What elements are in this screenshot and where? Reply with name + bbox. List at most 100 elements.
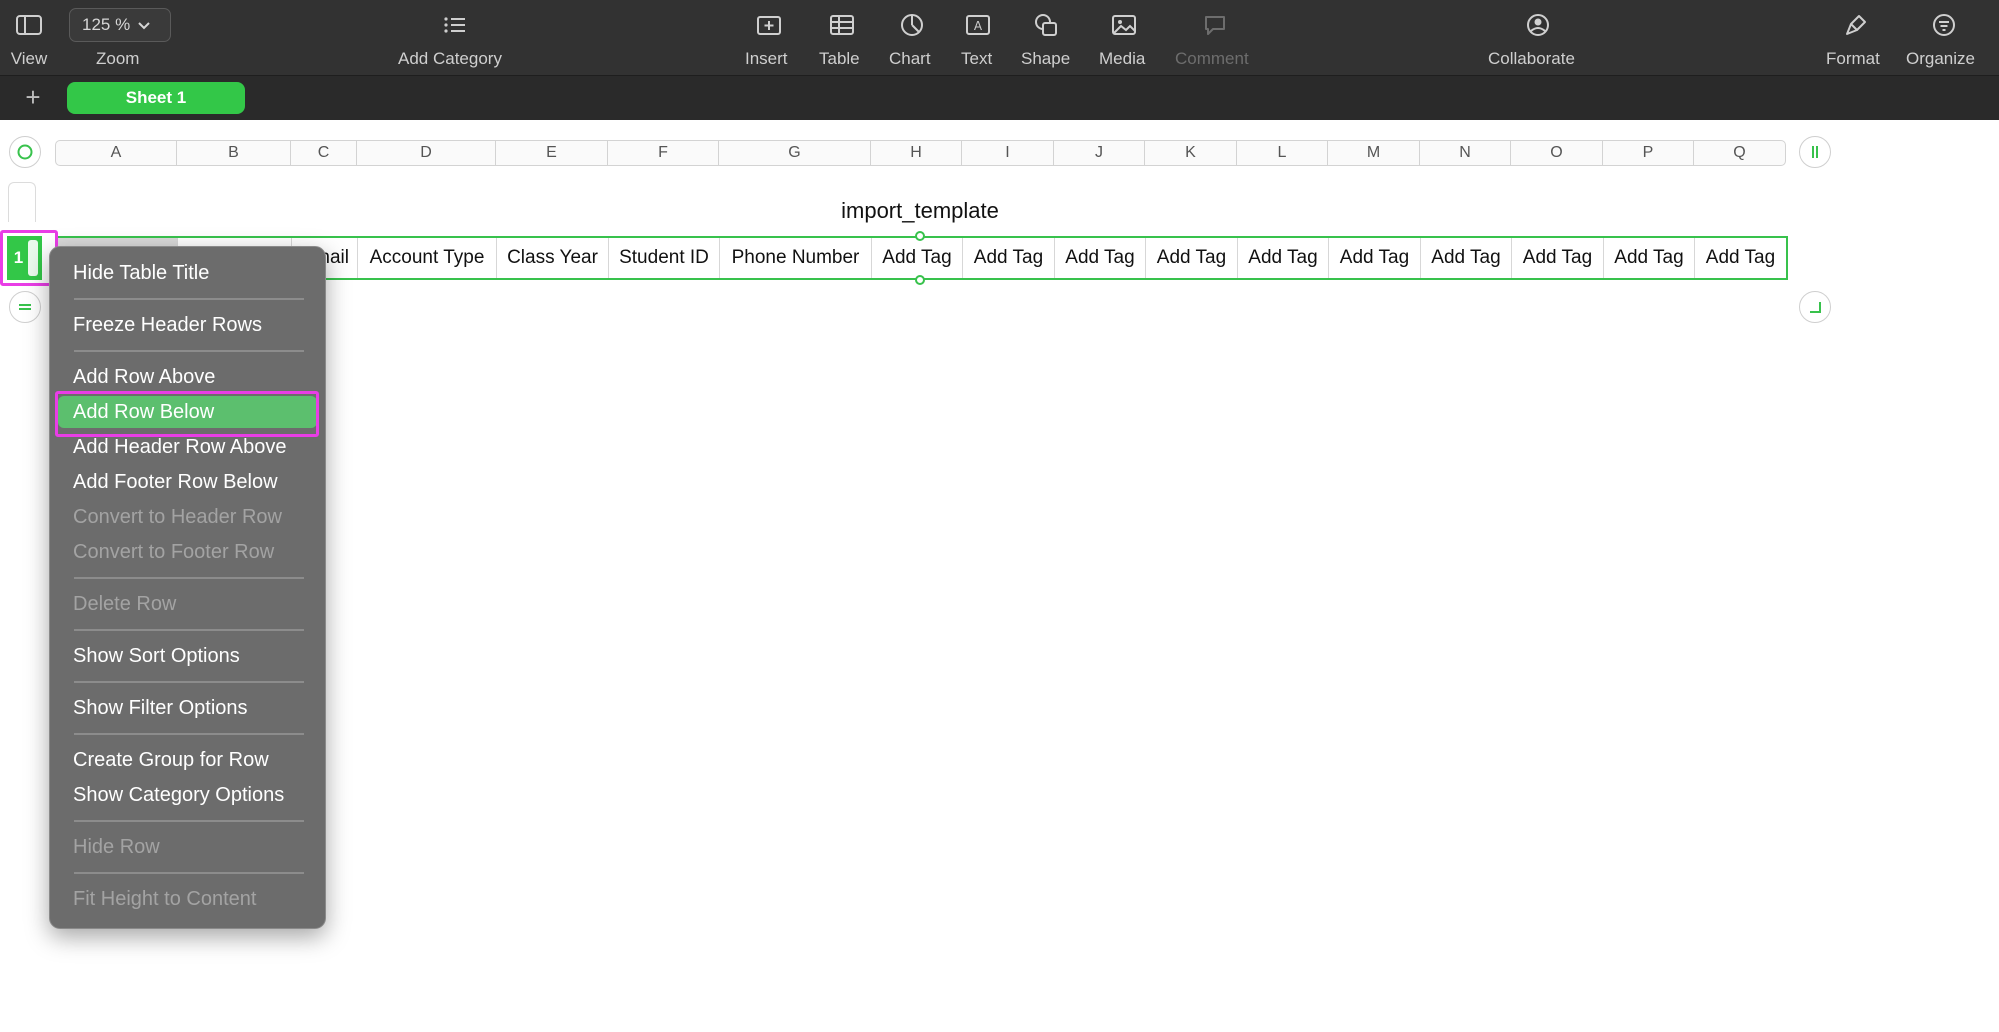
column-header-k[interactable]: K xyxy=(1145,141,1237,165)
image-icon xyxy=(1111,12,1137,38)
sidebar-icon xyxy=(16,12,42,38)
column-header-j[interactable]: J xyxy=(1054,141,1145,165)
shape-label: Shape xyxy=(1021,49,1071,68)
insert-button[interactable]: Insert xyxy=(742,0,796,76)
select-table-button[interactable] xyxy=(9,136,41,168)
menu-item-convert-to-footer-row[interactable]: Convert to Footer Row xyxy=(58,536,317,568)
view-button[interactable]: View xyxy=(0,0,58,76)
add-row-button[interactable] xyxy=(9,291,41,323)
column-header-c[interactable]: C xyxy=(291,141,357,165)
insert-icon xyxy=(756,12,782,38)
pie-chart-icon xyxy=(900,12,924,38)
column-header-f[interactable]: F xyxy=(608,141,719,165)
organize-button[interactable]: Organize xyxy=(1906,0,1982,76)
menu-item-freeze-header-rows[interactable]: Freeze Header Rows xyxy=(58,309,317,341)
chart-button[interactable]: Chart xyxy=(887,0,937,76)
collaborate-label: Collaborate xyxy=(1488,49,1575,68)
menu-item-hide-row[interactable]: Hide Row xyxy=(58,831,317,863)
table-cell[interactable]: Class Year xyxy=(497,238,609,278)
table-cell[interactable]: Add Tag xyxy=(872,238,963,278)
media-label: Media xyxy=(1099,49,1146,68)
organize-label: Organize xyxy=(1906,49,1975,68)
menu-item-show-filter-options[interactable]: Show Filter Options xyxy=(58,692,317,724)
zoom-select[interactable]: 125 % xyxy=(69,8,171,42)
chart-label: Chart xyxy=(889,49,931,68)
row-resize-handle-top[interactable] xyxy=(915,231,925,241)
zoom-value: 125 % xyxy=(82,15,131,34)
menu-separator xyxy=(74,820,304,822)
column-header-b[interactable]: B xyxy=(177,141,291,165)
menu-separator xyxy=(74,872,304,874)
table-cell[interactable]: Add Tag xyxy=(1146,238,1238,278)
menu-separator xyxy=(74,681,304,683)
resize-table-button[interactable] xyxy=(1799,291,1831,323)
table-cell[interactable]: Student ID xyxy=(609,238,720,278)
menu-item-convert-to-header-row[interactable]: Convert to Header Row xyxy=(58,501,317,533)
table-cell[interactable]: Add Tag xyxy=(963,238,1055,278)
menu-item-delete-row[interactable]: Delete Row xyxy=(58,588,317,620)
column-header-i[interactable]: I xyxy=(962,141,1054,165)
column-header-q[interactable]: Q xyxy=(1694,141,1785,165)
column-header-d[interactable]: D xyxy=(357,141,496,165)
add-category-label: Add Category xyxy=(398,49,502,68)
column-header-p[interactable]: P xyxy=(1603,141,1694,165)
column-header-h[interactable]: H xyxy=(871,141,962,165)
collaborate-icon xyxy=(1524,12,1552,38)
column-header-bar: A B C D E F G H I J K L M N O P Q xyxy=(55,140,1786,166)
table-title[interactable]: import_template xyxy=(0,198,1840,224)
collaborate-button[interactable]: Collaborate xyxy=(1488,0,1588,76)
zoom-label: Zoom xyxy=(96,49,140,68)
table-cell[interactable]: Phone Number xyxy=(720,238,872,278)
add-column-button[interactable] xyxy=(1799,136,1831,168)
column-header-g[interactable]: G xyxy=(719,141,871,165)
shape-button[interactable]: Shape xyxy=(1018,0,1074,76)
table-cell[interactable]: Add Tag xyxy=(1329,238,1421,278)
column-header-e[interactable]: E xyxy=(496,141,608,165)
menu-separator xyxy=(74,629,304,631)
table-label: Table xyxy=(819,49,860,68)
text-label: Text xyxy=(961,49,993,68)
menu-separator xyxy=(74,577,304,579)
menu-item-create-group-for-row[interactable]: Create Group for Row xyxy=(58,744,317,776)
add-sheet-button[interactable]: + xyxy=(18,83,48,113)
table-button[interactable]: Table xyxy=(817,0,867,76)
table-cell[interactable]: Add Tag xyxy=(1512,238,1604,278)
comment-label: Comment xyxy=(1175,49,1249,68)
table-cell[interactable]: Add Tag xyxy=(1604,238,1695,278)
sheet-tab-bar: + Sheet 1 xyxy=(0,76,1999,120)
menu-separator xyxy=(74,350,304,352)
column-header-o[interactable]: O xyxy=(1511,141,1603,165)
column-header-m[interactable]: M xyxy=(1328,141,1420,165)
media-button[interactable]: Media xyxy=(1096,0,1152,76)
menu-item-show-category-options[interactable]: Show Category Options xyxy=(58,779,317,811)
menu-item-show-sort-options[interactable]: Show Sort Options xyxy=(58,640,317,672)
table-cell[interactable]: Add Tag xyxy=(1421,238,1512,278)
comment-button[interactable]: Comment xyxy=(1172,0,1258,76)
table-cell[interactable]: Add Tag xyxy=(1238,238,1329,278)
table-icon xyxy=(829,12,855,38)
table-cell[interactable]: Add Tag xyxy=(1055,238,1146,278)
paintbrush-icon xyxy=(1844,12,1868,38)
tab-sheet-1[interactable]: Sheet 1 xyxy=(67,82,245,114)
table-cell[interactable]: Account Type xyxy=(358,238,497,278)
column-header-l[interactable]: L xyxy=(1237,141,1328,165)
row-resize-handle-bottom[interactable] xyxy=(915,275,925,285)
corner-resize-icon xyxy=(1810,302,1821,313)
text-button[interactable]: A Text xyxy=(955,0,1001,76)
menu-separator xyxy=(74,298,304,300)
row-context-menu: Hide Table Title Freeze Header Rows Add … xyxy=(49,246,326,929)
format-label: Format xyxy=(1826,49,1880,68)
column-header-n[interactable]: N xyxy=(1420,141,1511,165)
table-cell[interactable]: Add Tag xyxy=(1695,238,1786,278)
menu-item-add-footer-row-below[interactable]: Add Footer Row Below xyxy=(58,466,317,498)
menu-item-highlight xyxy=(55,391,319,437)
add-category-button[interactable]: Add Category xyxy=(395,0,515,76)
pause-bars-icon xyxy=(1812,146,1818,158)
insert-label: Insert xyxy=(745,49,788,68)
menu-item-add-row-above[interactable]: Add Row Above xyxy=(58,361,317,393)
column-header-a[interactable]: A xyxy=(56,141,177,165)
text-box-icon: A xyxy=(965,12,991,38)
format-button[interactable]: Format xyxy=(1826,0,1886,76)
menu-item-hide-table-title[interactable]: Hide Table Title xyxy=(58,257,317,289)
menu-item-fit-height-to-content[interactable]: Fit Height to Content xyxy=(58,883,317,915)
